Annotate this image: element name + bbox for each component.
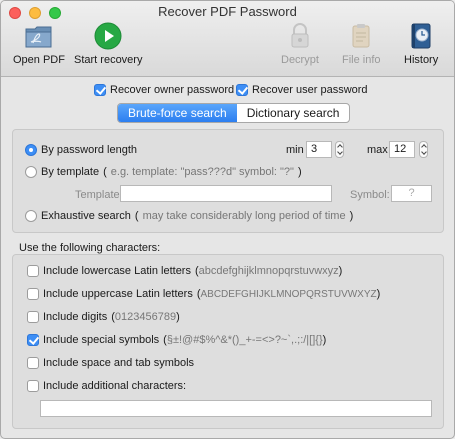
exhaustive-hint-open: ( xyxy=(134,210,139,222)
lowercase-label: Include lowercase Latin letters xyxy=(43,265,191,277)
history-button[interactable]: History xyxy=(404,21,438,66)
recover-owner-option[interactable]: Recover owner password xyxy=(94,84,234,96)
decrypt-label: Decrypt xyxy=(281,54,319,66)
exhaustive-option[interactable]: Exhaustive search ( may take considerabl… xyxy=(25,210,353,222)
clock-book-icon xyxy=(406,21,436,51)
recover-owner-label: Recover owner password xyxy=(110,84,235,96)
clipboard-icon xyxy=(346,21,376,51)
min-length-input[interactable]: 3 xyxy=(306,141,332,158)
file-info-button[interactable]: File info xyxy=(342,21,381,66)
charset-heading: Use the following characters: xyxy=(19,242,161,254)
exhaustive-hint: may take considerably long period of tim… xyxy=(142,210,346,222)
recover-user-option[interactable]: Recover user password xyxy=(236,84,368,96)
additional-checkbox[interactable] xyxy=(27,380,39,392)
by-template-label: By template xyxy=(41,166,100,178)
by-length-label: By password length xyxy=(41,144,137,156)
by-length-radio[interactable] xyxy=(25,144,37,156)
tab-dictionary[interactable]: Dictionary search xyxy=(237,104,350,122)
symbol-input[interactable]: ? xyxy=(391,185,432,202)
template-hint-close: ) xyxy=(297,166,302,178)
additional-label: Include additional characters: xyxy=(43,380,187,392)
additional-option[interactable]: Include additional characters: xyxy=(27,380,186,392)
template-input[interactable] xyxy=(120,185,332,202)
max-label: max xyxy=(367,144,388,156)
start-recovery-label: Start recovery xyxy=(74,54,143,66)
tab-brute-force[interactable]: Brute-force search xyxy=(118,104,237,122)
min-length-stepper[interactable] xyxy=(335,141,344,158)
history-label: History xyxy=(404,54,439,66)
digits-sample: 0123456789 xyxy=(114,311,177,323)
by-template-radio[interactable] xyxy=(25,166,37,178)
digits-checkbox[interactable] xyxy=(27,311,39,323)
pdf-folder-icon xyxy=(24,21,54,51)
min-label: min xyxy=(286,144,304,156)
special-label: Include special symbols xyxy=(43,334,160,346)
uppercase-checkbox[interactable] xyxy=(27,288,39,300)
uppercase-option[interactable]: Include uppercase Latin letters (ABCDEFG… xyxy=(27,288,380,300)
window-title: Recover PDF Password xyxy=(158,4,297,19)
lowercase-sample: abcdefghijklmnopqrstuvwxyz xyxy=(198,265,339,277)
special-option[interactable]: Include special symbols (§±!@#$%^&*()_+-… xyxy=(27,334,326,346)
recover-user-label: Recover user password xyxy=(252,84,368,96)
file-info-label: File info xyxy=(342,54,381,66)
decrypt-button[interactable]: Decrypt xyxy=(281,21,319,66)
lowercase-option[interactable]: Include lowercase Latin letters (abcdefg… xyxy=(27,265,342,277)
start-recovery-button[interactable]: Start recovery xyxy=(74,21,142,66)
search-mode-tabs: Brute-force search Dictionary search xyxy=(117,103,351,123)
space-option[interactable]: Include space and tab symbols xyxy=(27,357,194,369)
uppercase-label: Include uppercase Latin letters xyxy=(43,288,193,300)
special-sample: §±!@#$%^&*()_+-=<>?~`,.;:/|[]{} xyxy=(166,334,323,346)
brute-force-panel: By password length min 3 max 12 By templ… xyxy=(12,129,444,233)
special-checkbox[interactable] xyxy=(27,334,39,346)
max-length-stepper[interactable] xyxy=(419,141,428,158)
by-template-option[interactable]: By template ( e.g. template: "pass???d" … xyxy=(25,166,302,178)
charset-panel: Include lowercase Latin letters (abcdefg… xyxy=(12,254,444,429)
play-icon xyxy=(93,21,123,51)
template-hint-open: ( xyxy=(103,166,107,178)
app-window: Recover PDF Password Open PDF Start reco… xyxy=(0,0,455,439)
lock-icon xyxy=(285,21,315,51)
recover-owner-checkbox[interactable] xyxy=(94,84,106,96)
by-length-option[interactable]: By password length xyxy=(25,144,137,156)
space-checkbox[interactable] xyxy=(27,357,39,369)
digits-label: Include digits xyxy=(43,311,108,323)
uppercase-sample: ABCDEFGHIJKLMNOPQRSTUVWXYZ xyxy=(200,289,377,300)
symbol-label: Symbol: xyxy=(350,189,390,201)
open-pdf-label: Open PDF xyxy=(13,54,65,66)
title-toolbar: Recover PDF Password Open PDF Start reco… xyxy=(1,1,454,77)
template-field-label: Template: xyxy=(75,189,123,201)
digits-option[interactable]: Include digits (0123456789) xyxy=(27,311,180,323)
max-length-input[interactable]: 12 xyxy=(389,141,415,158)
exhaustive-radio[interactable] xyxy=(25,210,37,222)
additional-characters-input[interactable] xyxy=(40,400,432,417)
space-label: Include space and tab symbols xyxy=(43,357,195,369)
open-pdf-button[interactable]: Open PDF xyxy=(13,21,65,66)
lowercase-checkbox[interactable] xyxy=(27,265,39,277)
exhaustive-label: Exhaustive search xyxy=(41,210,131,222)
exhaustive-hint-close: ) xyxy=(349,210,354,222)
recover-user-checkbox[interactable] xyxy=(236,84,248,96)
template-hint: e.g. template: "pass???d" symbol: "?" xyxy=(110,166,294,178)
